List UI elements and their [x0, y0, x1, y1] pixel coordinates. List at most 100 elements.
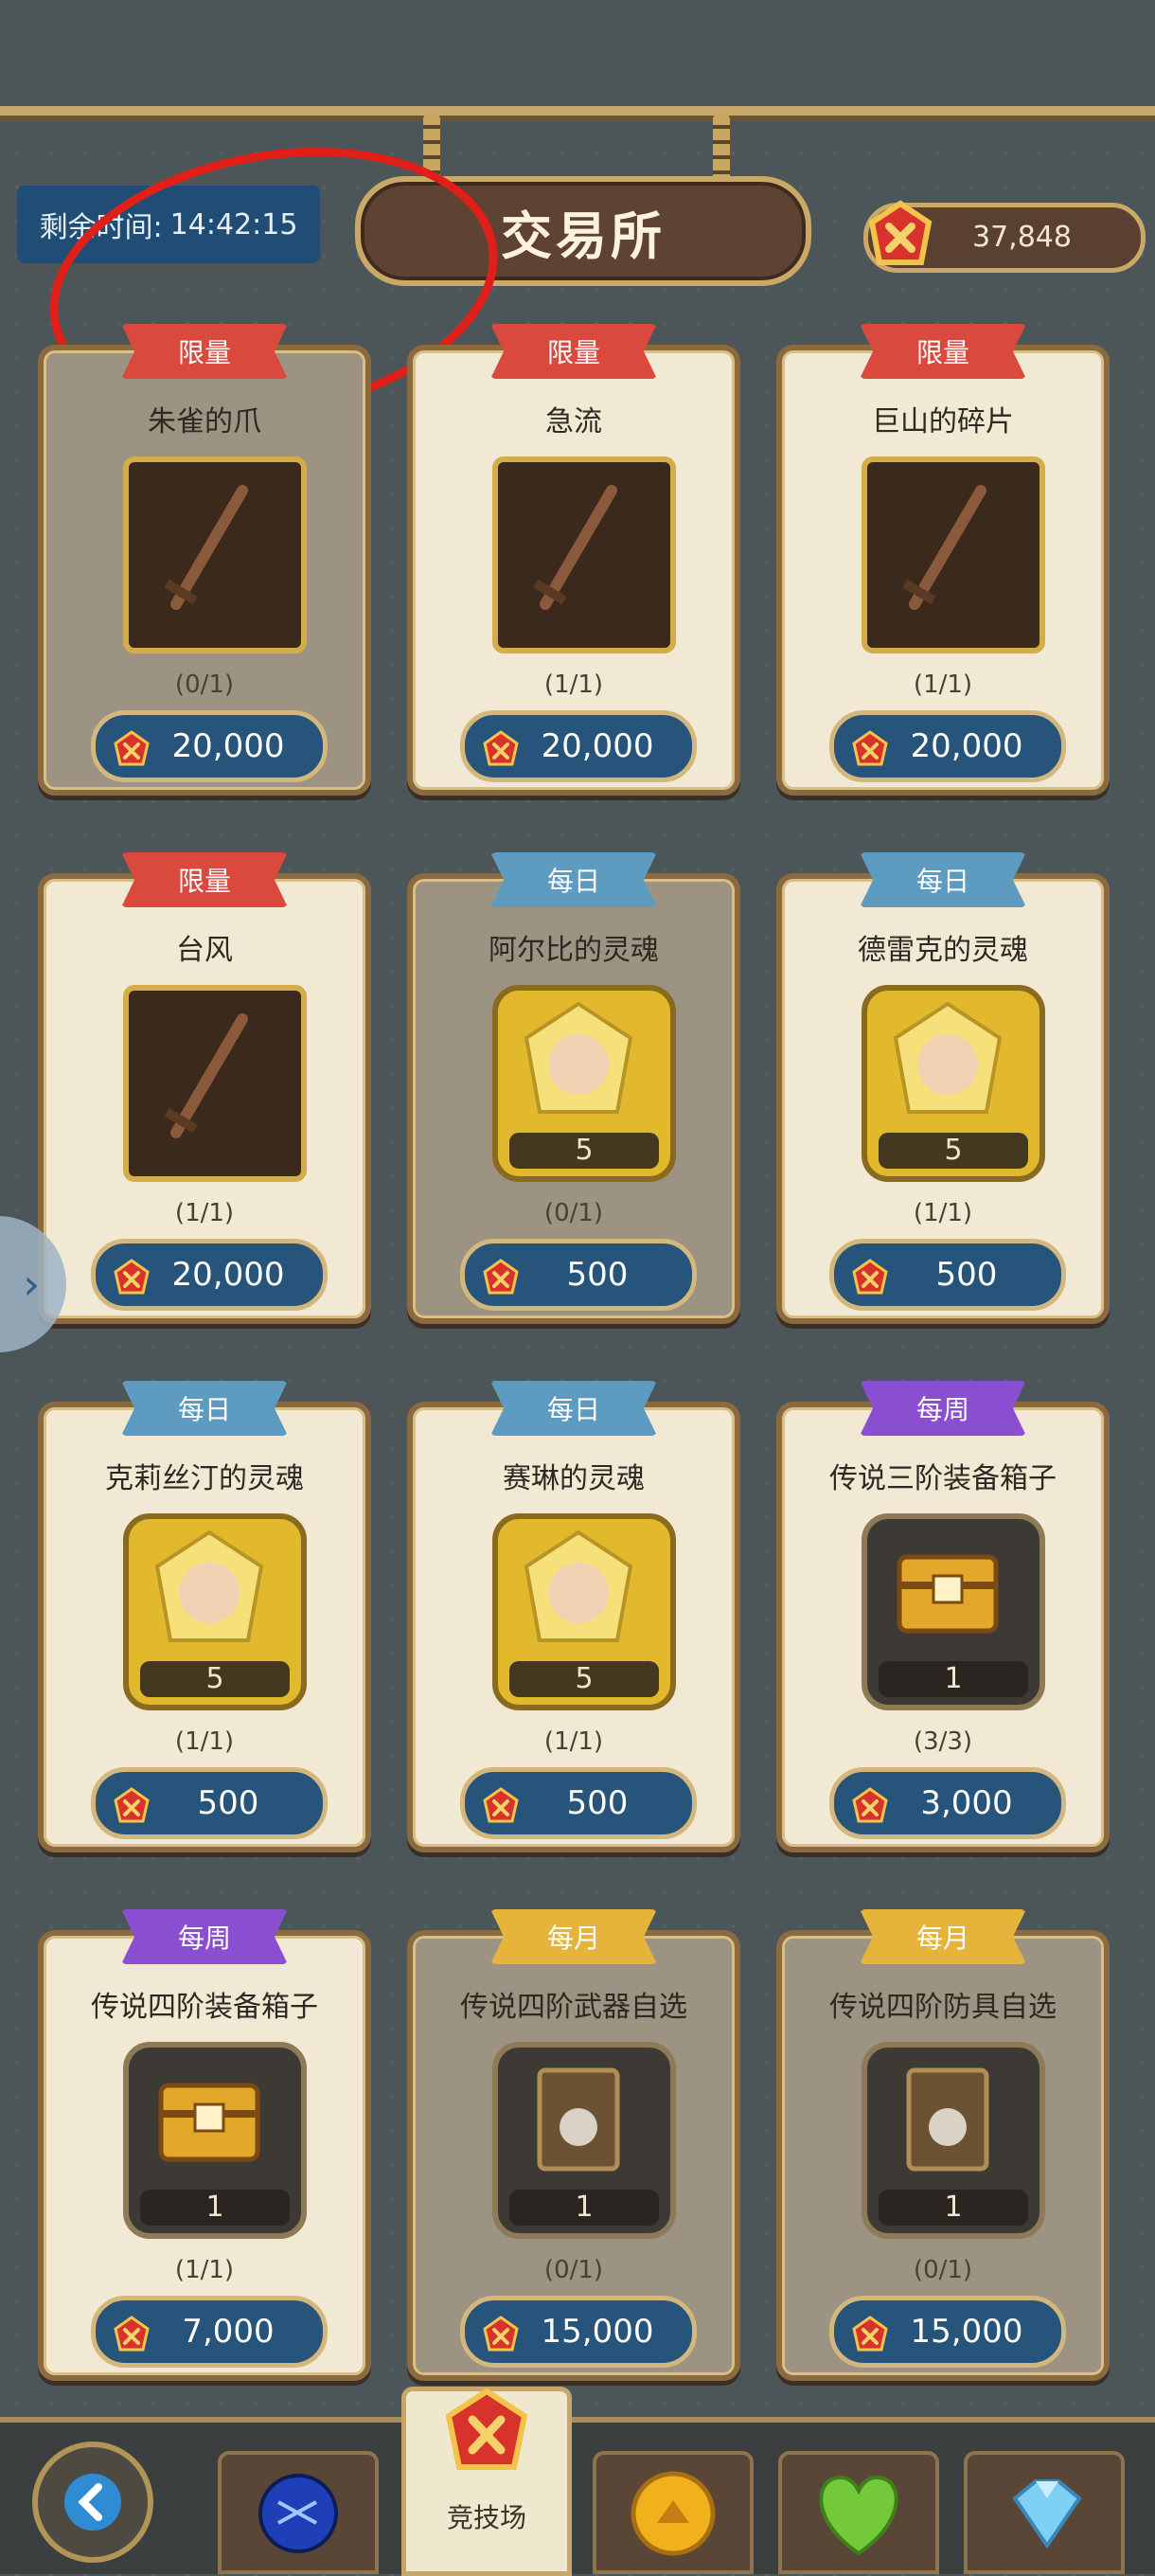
shop-item-card[interactable]: 每月传说四阶武器自选 1 (0/1) 15,000 [407, 1909, 740, 2381]
shop-item-card[interactable]: 限量 急流 (1/1) 20,000 [407, 324, 740, 796]
purchase-limit: (1/1) [913, 1199, 973, 1227]
purchase-limit: (0/1) [913, 2256, 973, 2284]
price-value: 500 [935, 1256, 998, 1294]
nav-diamond-tab[interactable] [964, 2451, 1125, 2574]
shop-item-card[interactable]: 每日 阿尔比的灵魂 5 (0/1) 500 [407, 852, 740, 1324]
price-value: 20,000 [171, 1256, 285, 1294]
soul-crystal-icon [154, 1530, 264, 1642]
item-name: 台风 [176, 934, 233, 967]
green-heart-icon [819, 2475, 898, 2556]
diamond-icon [1012, 2479, 1082, 2549]
sword-icon [164, 1013, 248, 1138]
buy-button[interactable]: 15,000 [829, 2296, 1066, 2368]
shop-item-card[interactable]: 限量 台风 (1/1) 20,000 [38, 852, 371, 1324]
buy-button[interactable]: 20,000 [829, 710, 1066, 782]
selection-card-icon [906, 2067, 989, 2172]
item-name: 德雷克的灵魂 [858, 934, 1028, 967]
arena-coin-icon [114, 1259, 150, 1295]
select-frame: 1 [492, 2042, 676, 2239]
purchase-limit: (1/1) [913, 671, 973, 699]
buy-button[interactable]: 15,000 [460, 2296, 697, 2368]
treasure-chest-icon [897, 1554, 999, 1634]
buy-button[interactable]: 20,000 [460, 710, 697, 782]
limit-ribbon: 限量 [121, 852, 288, 907]
price-value: 15,000 [910, 2313, 1023, 2351]
chest-frame: 1 [862, 1513, 1045, 1710]
limit-ribbon: 每日 [490, 1381, 657, 1436]
price-value: 500 [566, 1784, 629, 1822]
soul-frame: 5 [123, 1513, 307, 1710]
buy-button[interactable]: 500 [829, 1239, 1066, 1311]
limit-ribbon: 每周 [121, 1909, 288, 1964]
soul-crystal-icon [893, 1001, 1003, 1114]
buy-button[interactable]: 500 [460, 1239, 697, 1311]
nav-gold-tab[interactable] [593, 2451, 754, 2574]
page-title: 交易所 [355, 176, 811, 286]
nav-orb-tab[interactable] [218, 2451, 379, 2574]
gold-coin-icon [631, 2471, 716, 2556]
shop-item-card[interactable]: 限量 朱雀的爪 (0/1) 20,000 [38, 324, 371, 796]
item-quantity: 1 [140, 2190, 290, 2226]
price-value: 500 [566, 1256, 629, 1294]
shop-item-card[interactable]: 每周 传说三阶装备箱子 1 (3/3) 3,000 [776, 1381, 1110, 1852]
limit-ribbon: 每周 [860, 1381, 1026, 1436]
buy-button[interactable]: 20,000 [91, 710, 328, 782]
buy-button[interactable]: 500 [460, 1767, 697, 1839]
arena-coin-icon [852, 730, 888, 766]
limit-ribbon: 限量 [860, 324, 1026, 379]
price-value: 500 [197, 1784, 259, 1822]
soul-frame: 5 [492, 985, 676, 1182]
buy-button[interactable]: 500 [91, 1767, 328, 1839]
treasure-chest-icon [158, 2083, 260, 2162]
back-button[interactable] [32, 2442, 153, 2563]
price-value: 15,000 [541, 2313, 654, 2351]
item-name: 传说四阶防具自选 [829, 1991, 1057, 2024]
arena-coin-icon [852, 2316, 888, 2352]
item-name: 传说四阶武器自选 [460, 1991, 687, 2024]
item-quantity: 5 [509, 1133, 659, 1169]
timer-value: 14:42:15 [169, 207, 298, 242]
shop-item-card[interactable]: 每日德雷克的灵魂 5 (1/1) 500 [776, 852, 1110, 1324]
price-value: 20,000 [171, 727, 285, 765]
soul-frame: 5 [492, 1513, 676, 1710]
limit-ribbon: 每日 [860, 852, 1026, 907]
arena-coin-icon [868, 200, 933, 265]
selection-card-icon [537, 2067, 620, 2172]
soul-crystal-icon [524, 1001, 633, 1114]
item-quantity: 5 [879, 1133, 1028, 1169]
nav-heart-tab[interactable] [778, 2451, 939, 2574]
bottom-nav: 竞技场 [0, 2387, 1155, 2576]
currency-counter[interactable]: 37,848 [863, 200, 1146, 273]
shop-item-card[interactable]: 每日 克莉丝汀的灵魂 5 (1/1) 500 [38, 1381, 371, 1852]
item-quantity: 1 [879, 1661, 1028, 1697]
limit-ribbon: 每月 [490, 1909, 657, 1964]
limit-ribbon: 限量 [490, 324, 657, 379]
limit-ribbon: 每日 [121, 1381, 288, 1436]
arena-coin-icon [114, 1787, 150, 1823]
item-name: 急流 [545, 405, 602, 438]
sword-icon [533, 485, 617, 610]
shop-item-card[interactable]: 限量 巨山的碎片 (1/1) 20,000 [776, 324, 1110, 796]
item-name: 阿尔比的灵魂 [489, 934, 659, 967]
purchase-limit: (0/1) [543, 2256, 604, 2284]
weapon-frame [123, 456, 307, 653]
price-value: 7,000 [182, 2313, 275, 2351]
nav-arena-tab[interactable]: 竞技场 [401, 2387, 572, 2576]
limit-ribbon: 每月 [860, 1909, 1026, 1964]
blue-orb-icon [258, 2474, 338, 2553]
shop-item-card[interactable]: 每周 传说四阶装备箱子 1 (1/1) 7,000 [38, 1909, 371, 2381]
purchase-limit: (3/3) [913, 1727, 973, 1756]
arena-coin-icon [483, 1787, 519, 1823]
purchase-limit: (1/1) [174, 2256, 235, 2284]
shop-item-card[interactable]: 每月 传说四阶防具自选 1 (0/1) 15,000 [776, 1909, 1110, 2381]
weapon-frame [862, 456, 1045, 653]
buy-button[interactable]: 3,000 [829, 1767, 1066, 1839]
item-name: 克莉丝汀的灵魂 [105, 1462, 304, 1495]
arena-coin-icon [483, 1259, 519, 1295]
arena-coin-icon [852, 1259, 888, 1295]
buy-button[interactable]: 7,000 [91, 2296, 328, 2368]
buy-button[interactable]: 20,000 [91, 1239, 328, 1311]
item-quantity: 5 [509, 1661, 659, 1697]
purchase-limit: (0/1) [174, 671, 235, 699]
shop-item-card[interactable]: 每日 赛琳的灵魂 5 (1/1) 500 [407, 1381, 740, 1852]
